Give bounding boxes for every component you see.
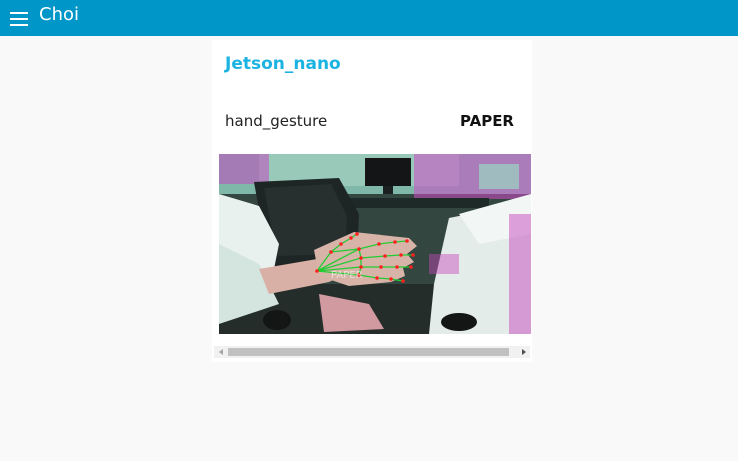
top-app-bar: Choi — [0, 0, 738, 36]
scroll-left-arrow-icon[interactable] — [219, 349, 223, 355]
group-title: Jetson_nano — [225, 54, 341, 74]
hamburger-menu-icon[interactable] — [10, 12, 28, 26]
scroll-right-arrow-icon[interactable] — [522, 349, 526, 355]
app-title: Choi — [39, 3, 79, 25]
text-widget-label: hand_gesture — [225, 112, 328, 130]
video-overlay-text: PAPER — [331, 270, 363, 281]
dashboard-group-card: Jetson_nano hand_gesture PAPER PAPER — [212, 40, 532, 362]
horizontal-scrollbar[interactable] — [214, 346, 530, 358]
scrollbar-thumb[interactable] — [228, 348, 509, 356]
text-widget: hand_gesture PAPER — [225, 112, 514, 130]
camera-feed-image: PAPER — [219, 154, 531, 334]
text-widget-value: PAPER — [459, 112, 514, 130]
